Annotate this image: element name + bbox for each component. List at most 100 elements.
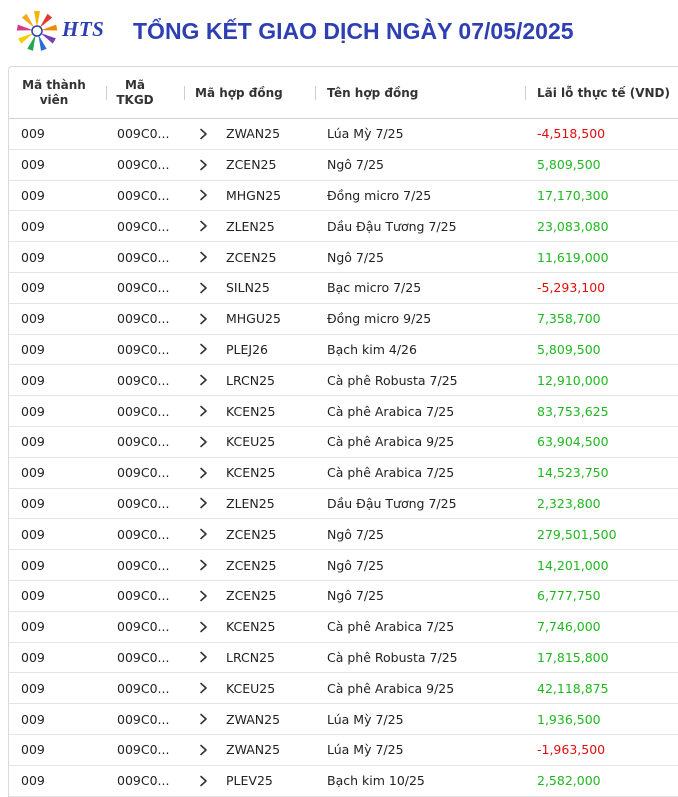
pnl-cell: 17,815,800 (537, 649, 609, 665)
table-row[interactable]: 009 009C0... SILN25 Bạc micro 7/25 -5,293,10… (9, 273, 678, 304)
contract-name-cell: Dầu Đậu Tương 7/25 (327, 218, 457, 234)
table-row[interactable]: 009 009C0... ZWAN25 Lúa Mỳ 7/25 1,936,500 (9, 704, 678, 735)
contract-code-cell: MHGN25 (226, 187, 282, 203)
column-header-contract-name[interactable]: Tên hợp đồng (327, 67, 517, 119)
chevron-right-icon[interactable] (199, 489, 208, 519)
table-row[interactable]: 009 009C0... ZWAN25 Lúa Mỳ 7/25 -1,963,500 (9, 735, 678, 766)
table-row[interactable]: 009 009C0... ZCEN25 Ngô 7/25 279,501,500 (9, 519, 678, 551)
contract-name-cell: Cà phê Arabica 7/25 (327, 619, 455, 635)
table-row[interactable]: 009 009C0... ZWAN25 Lúa Mỳ 7/25 -4,518,500 (9, 119, 678, 150)
table-row[interactable]: 009 009C0... KCEU25 Cà phê Arabica 9/25 63,9… (9, 427, 678, 458)
column-header-pnl[interactable]: Lãi lỗ thực tế (VND) (537, 67, 677, 119)
table-row[interactable]: 009 009C0... KCEU25 Cà phê Arabica 9/25 42,1… (9, 673, 678, 705)
member-code-cell: 009 (21, 619, 45, 635)
tkgd-cell: 009C0... (117, 680, 170, 696)
table-row[interactable]: 009 009C0... ZLEN25 Dầu Đậu Tương 7/25 2,323… (9, 489, 678, 520)
tkgd-cell: 009C0... (117, 157, 170, 173)
tkgd-cell: 009C0... (117, 280, 170, 296)
member-code-cell: 009 (21, 311, 45, 327)
contract-code-cell: KCEU25 (226, 680, 276, 696)
table-row[interactable]: 009 009C0... MHGU25 Đồng micro 9/25 7,358,70… (9, 304, 678, 335)
chevron-right-icon[interactable] (199, 766, 208, 796)
pnl-cell: 17,170,300 (537, 187, 609, 203)
contract-name-cell: Ngô 7/25 (327, 557, 384, 573)
table-row[interactable]: 009 009C0... KCEN25 Cà phê Arabica 7/25 83,7… (9, 396, 678, 427)
chevron-right-icon[interactable] (199, 612, 208, 642)
member-code-cell: 009 (21, 465, 45, 481)
table-row[interactable]: 009 009C0... KCEN25 Cà phê Arabica 7/25 7,74… (9, 612, 678, 643)
chevron-right-icon[interactable] (199, 581, 208, 611)
pnl-cell: 2,582,000 (537, 773, 601, 789)
chevron-right-icon[interactable] (199, 704, 208, 734)
chevron-right-icon[interactable] (199, 427, 208, 457)
column-header-contract-code[interactable]: Mã hợp đồng (195, 67, 315, 119)
chevron-right-icon[interactable] (199, 119, 208, 149)
table-row[interactable]: 009 009C0... ZCEN25 Ngô 7/25 11,619,000 (9, 242, 678, 273)
contract-name-cell: Đồng micro 7/25 (327, 187, 432, 203)
column-header-tkgd[interactable]: Mã TKGD (109, 67, 161, 119)
table-row[interactable]: 009 009C0... PLEJ26 Bạch kim 4/26 5,809,500 (9, 335, 678, 366)
chevron-right-icon[interactable] (199, 365, 208, 395)
member-code-cell: 009 (21, 126, 45, 142)
table-row[interactable]: 009 009C0... MHGN25 Đồng micro 7/25 17,170,3… (9, 181, 678, 212)
member-code-cell: 009 (21, 649, 45, 665)
chevron-right-icon[interactable] (199, 735, 208, 765)
chevron-right-icon[interactable] (199, 458, 208, 488)
pnl-cell: 7,358,700 (537, 311, 601, 327)
table-row[interactable]: 009 009C0... ZCEN25 Ngô 7/25 14,201,000 (9, 550, 678, 581)
chevron-right-icon[interactable] (199, 181, 208, 211)
chevron-right-icon[interactable] (199, 211, 208, 241)
table-row[interactable]: 009 009C0... KCEN25 Cà phê Arabica 7/25 14,5… (9, 458, 678, 489)
member-code-cell: 009 (21, 495, 45, 511)
contract-code-cell: MHGU25 (226, 311, 281, 327)
contract-code-cell: ZWAN25 (226, 742, 281, 758)
chevron-right-icon[interactable] (199, 396, 208, 426)
table-row[interactable]: 009 009C0... ZCEN25 Ngô 7/25 5,809,500 (9, 150, 678, 181)
chevron-right-icon[interactable] (199, 242, 208, 272)
tkgd-cell: 009C0... (117, 619, 170, 635)
member-code-cell: 009 (21, 742, 45, 758)
table-header: Mã thành viên Mã TKGD Mã hợp đồng Tên hợ… (9, 67, 678, 119)
column-divider (184, 86, 185, 100)
table-row[interactable]: 009 009C0... LRCN25 Cà phê Robusta 7/25 12,9… (9, 365, 678, 397)
member-code-cell: 009 (21, 557, 45, 573)
pnl-cell: 12,910,000 (537, 372, 609, 388)
chevron-right-icon[interactable] (199, 550, 208, 580)
chevron-right-icon[interactable] (199, 673, 208, 703)
contract-name-cell: Ngô 7/25 (327, 526, 384, 542)
contract-code-cell: ZCEN25 (226, 249, 277, 265)
contract-name-cell: Ngô 7/25 (327, 249, 384, 265)
contract-name-cell: Bạch kim 4/26 (327, 341, 417, 357)
pnl-cell: 11,619,000 (537, 249, 609, 265)
table-row[interactable]: 009 009C0... ZCEN25 Ngô 7/25 6,777,750 (9, 581, 678, 612)
table-row[interactable]: 009 009C0... LRCN25 Cà phê Robusta 7/25 17,8… (9, 643, 678, 674)
contract-code-cell: ZWAN25 (226, 711, 281, 727)
tkgd-cell: 009C0... (117, 742, 170, 758)
chevron-right-icon[interactable] (199, 643, 208, 673)
tkgd-cell: 009C0... (117, 126, 170, 142)
pnl-cell: 6,777,750 (537, 588, 601, 604)
contract-code-cell: KCEU25 (226, 434, 276, 450)
tkgd-cell: 009C0... (117, 403, 170, 419)
column-header-member[interactable]: Mã thành viên (21, 67, 101, 119)
member-code-cell: 009 (21, 157, 45, 173)
column-divider (525, 86, 526, 100)
table-row[interactable]: 009 009C0... PLEV25 Bạch kim 10/25 2,582,000 (9, 766, 678, 797)
table-row[interactable]: 009 009C0... ZLEN25 Dầu Đậu Tương 7/25 23,08… (9, 211, 678, 243)
chevron-right-icon[interactable] (199, 335, 208, 365)
column-divider (315, 86, 316, 100)
tkgd-cell: 009C0... (117, 588, 170, 604)
contract-name-cell: Dầu Đậu Tương 7/25 (327, 495, 457, 511)
pnl-cell: 7,746,000 (537, 619, 601, 635)
contract-name-cell: Cà phê Arabica 9/25 (327, 680, 455, 696)
chevron-right-icon[interactable] (199, 150, 208, 180)
chevron-right-icon[interactable] (199, 519, 208, 549)
contract-name-cell: Cà phê Arabica 7/25 (327, 465, 455, 481)
member-code-cell: 009 (21, 372, 45, 388)
chevron-right-icon[interactable] (199, 273, 208, 303)
pnl-cell: 23,083,080 (537, 218, 609, 234)
pnl-cell: 83,753,625 (537, 403, 609, 419)
chevron-right-icon[interactable] (199, 304, 208, 334)
column-divider (106, 86, 107, 100)
member-code-cell: 009 (21, 711, 45, 727)
